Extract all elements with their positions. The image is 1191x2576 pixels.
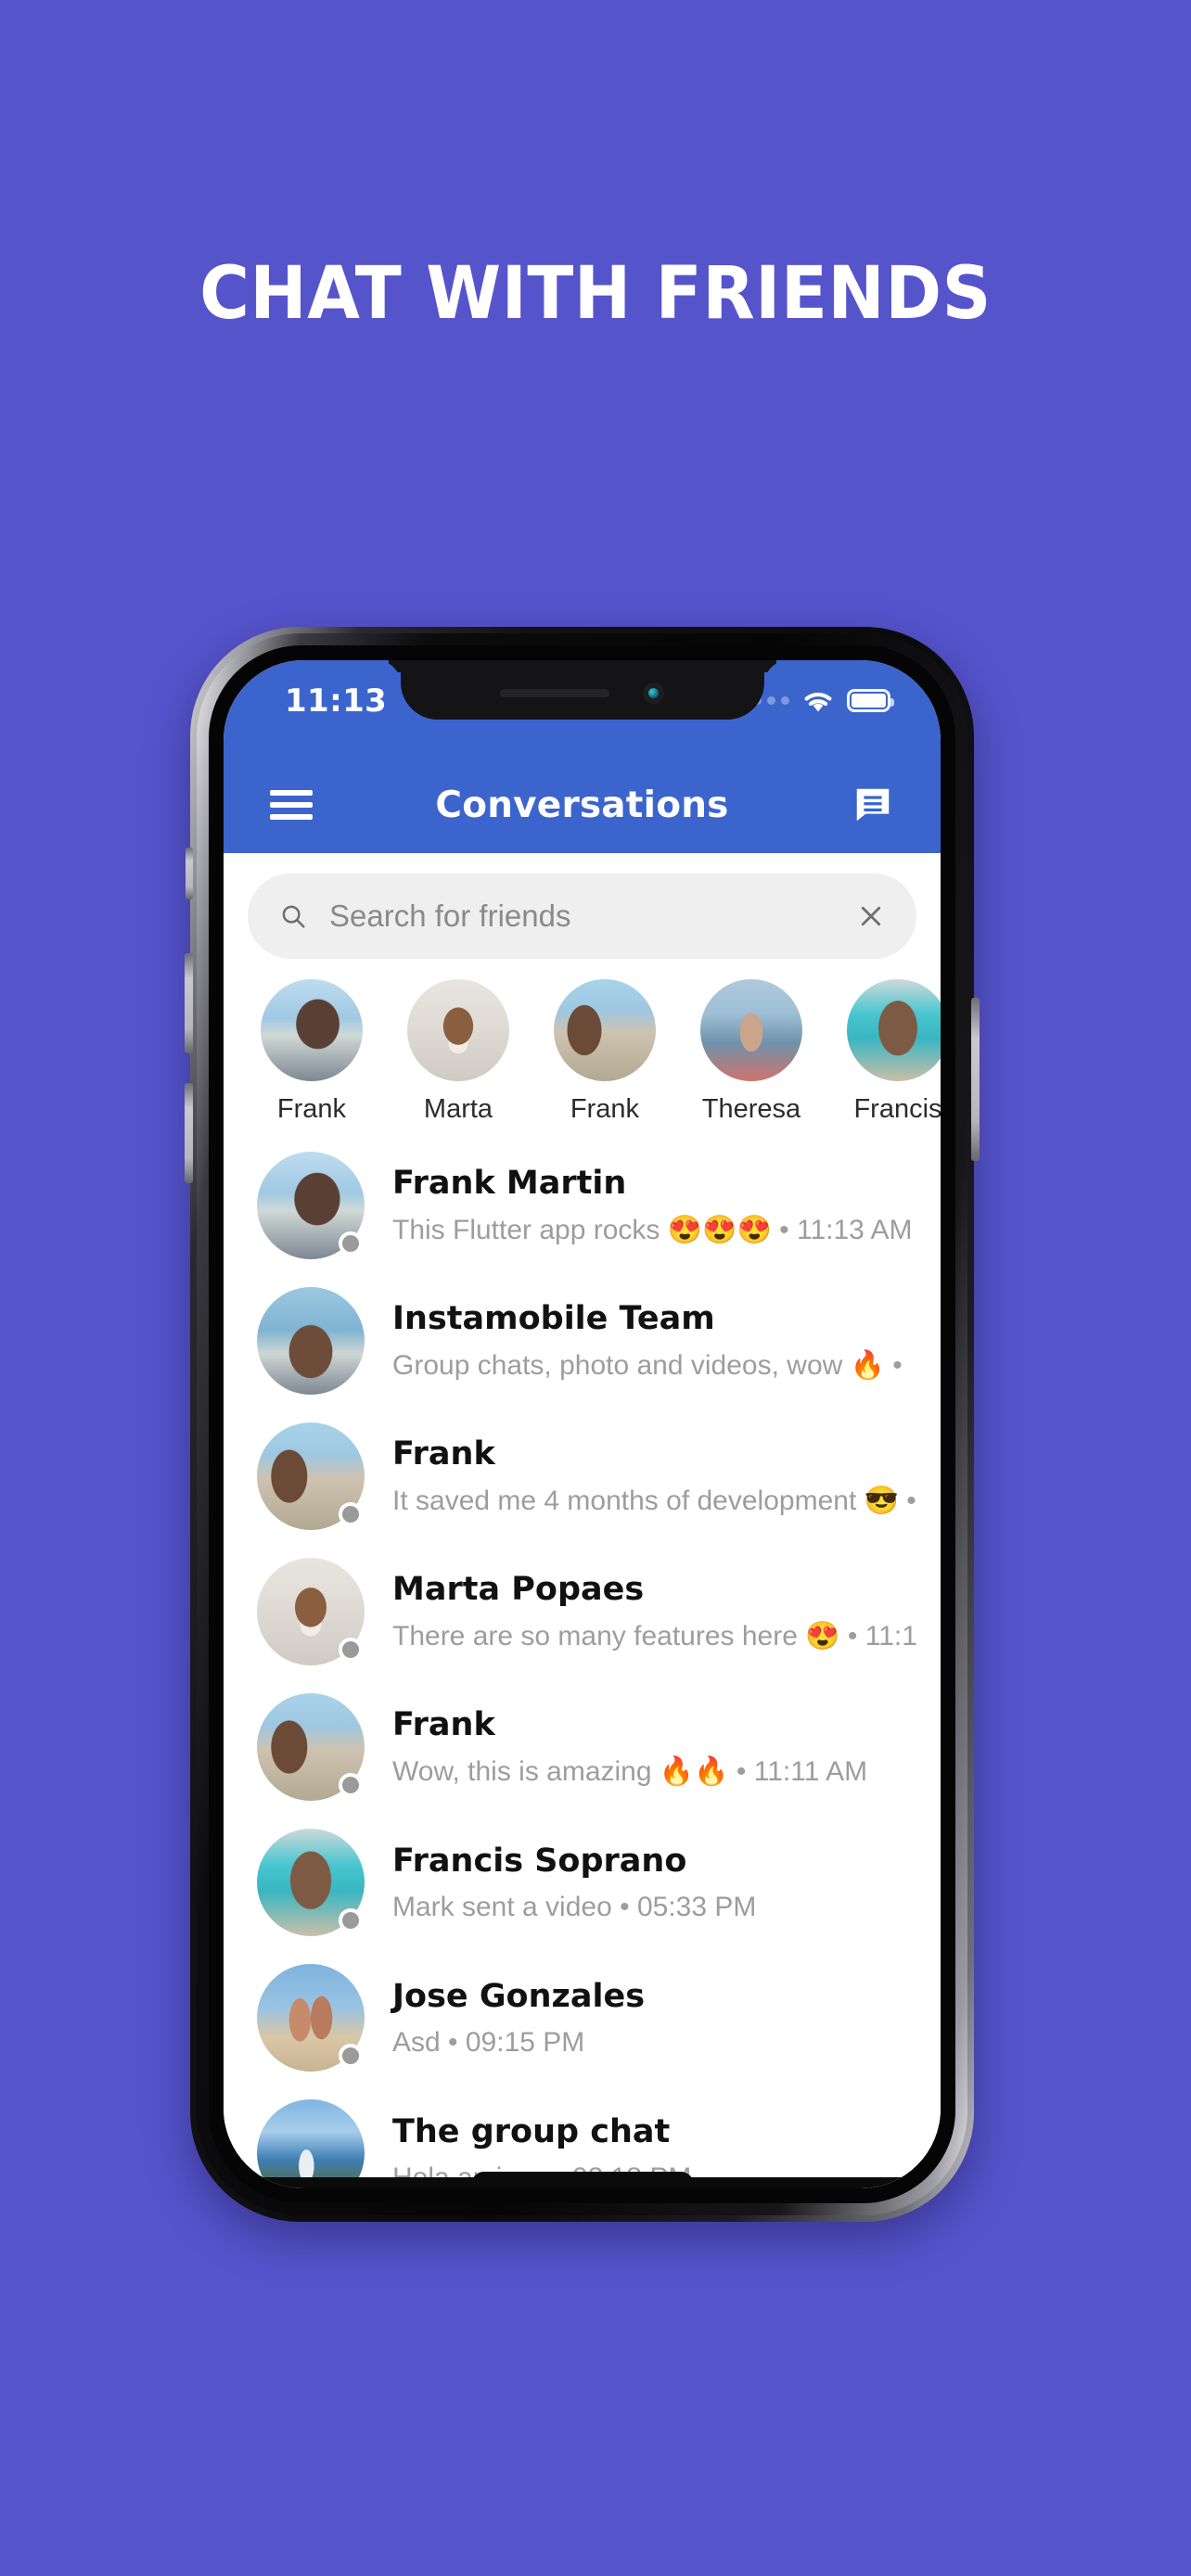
story-name: Theresa (701, 1094, 801, 1124)
avatar[interactable] (847, 979, 941, 1081)
conversation-name: Frank (392, 1706, 495, 1743)
avatar-photo (700, 979, 802, 1081)
stories-row[interactable]: Frank Marta Frank Theresa Francis (224, 959, 941, 1132)
presence-badge (339, 1773, 363, 1797)
conversation-preview: It saved me 4 months of development 😎 • (392, 1486, 916, 1516)
conversation-name: Instamobile Team (392, 1300, 715, 1337)
close-icon[interactable] (857, 902, 885, 930)
avatar[interactable] (257, 1287, 365, 1395)
story-name: Francis (853, 1094, 941, 1124)
avatar-photo (257, 1287, 365, 1395)
avatar[interactable] (257, 1693, 365, 1801)
story-item[interactable]: Frank (531, 979, 678, 1125)
avatar[interactable] (257, 2099, 365, 2188)
presence-badge (339, 1502, 363, 1526)
conversation-preview: Wow, this is amazing 🔥🔥 • 11:11 AM (392, 1756, 868, 1787)
app-content: Frank Marta Frank Theresa Francis Frank Mart… (224, 853, 941, 2188)
volume-up-button[interactable] (185, 953, 193, 1053)
phone-screen: 11:13 Conversations Search for friends F… (224, 660, 941, 2188)
story-item[interactable]: Marta (385, 979, 531, 1125)
avatar[interactable] (257, 1152, 365, 1259)
story-name: Frank (276, 1094, 347, 1124)
avatar[interactable] (261, 979, 363, 1081)
conversation-name: Francis Soprano (392, 1842, 687, 1880)
story-item[interactable]: Frank (238, 979, 385, 1125)
story-name: Marta (423, 1094, 493, 1124)
avatar-photo (847, 979, 941, 1081)
search-bar[interactable] (248, 874, 916, 959)
conversation-preview: Asd • 09:15 PM (392, 2026, 585, 2058)
avatar[interactable] (257, 1558, 365, 1665)
conversation-row[interactable]: Instamobile Team Group chats, photo and v… (224, 1273, 941, 1409)
conversation-row[interactable]: Marta Popaes There are so many features h… (224, 1544, 941, 1679)
home-indicator (470, 2172, 694, 2188)
wifi-icon (804, 692, 832, 712)
avatar-photo (554, 979, 656, 1081)
conversation-name: Frank Martin (392, 1165, 627, 1202)
conversation-text: Marta Popaes There are so many features h… (392, 1571, 916, 1652)
mute-switch-button[interactable] (186, 848, 193, 899)
conversation-row[interactable]: Frank Martin This Flutter app rocks 😍😍😍 •… (224, 1138, 941, 1273)
avatar[interactable] (257, 1422, 365, 1530)
conversation-preview: This Flutter app rocks 😍😍😍 • 11:13 AM (392, 1215, 913, 1245)
conversation-preview: Mark sent a video • 05:33 PM (392, 1891, 757, 1922)
conversation-name: The group chat (392, 2112, 671, 2150)
story-item[interactable]: Francis (825, 979, 941, 1125)
promo-headline: CHAT WITH FRIENDS (199, 252, 992, 336)
page-title: Conversations (435, 784, 729, 826)
avatar[interactable] (554, 979, 656, 1081)
conversation-text: Frank It saved me 4 months of development… (392, 1435, 916, 1517)
avatar[interactable] (700, 979, 802, 1081)
conversation-preview: Group chats, photo and videos, wow 🔥 • (392, 1350, 903, 1381)
earpiece-speaker (500, 688, 609, 697)
avatar-photo (257, 2099, 365, 2188)
presence-badge (339, 2044, 363, 2068)
avatar-photo (261, 979, 363, 1081)
front-camera (643, 682, 664, 704)
conversation-row[interactable]: Francis Soprano Mark sent a video • 05:33… (224, 1815, 941, 1950)
app-bar: Conversations (224, 757, 941, 853)
conversation-text: Jose Gonzales Asd • 09:15 PM (392, 1978, 916, 2059)
conversation-text: Francis Soprano Mark sent a video • 05:33… (392, 1843, 916, 1923)
battery-full-icon (847, 689, 894, 712)
presence-badge (339, 1231, 363, 1256)
conversation-row[interactable]: Frank It saved me 4 months of development… (224, 1409, 941, 1544)
search-input[interactable] (329, 899, 857, 934)
conversation-text: Instamobile Team Group chats, photo and v… (392, 1300, 916, 1382)
conversation-row[interactable]: Jose Gonzales Asd • 09:15 PM (224, 1950, 941, 2085)
conversation-list[interactable]: Frank Martin This Flutter app rocks 😍😍😍 •… (224, 1132, 941, 2188)
story-item[interactable]: Theresa (678, 979, 825, 1125)
hamburger-menu-icon[interactable] (270, 790, 313, 820)
avatar[interactable] (257, 1829, 365, 1936)
avatar[interactable] (407, 979, 509, 1081)
conversation-text: Frank Wow, this is amazing 🔥🔥 • 11:11 AM (392, 1706, 916, 1788)
volume-down-button[interactable] (185, 1083, 193, 1183)
phone-mockup: 11:13 Conversations Search for friends F… (185, 627, 980, 2222)
conversation-text: Frank Martin This Flutter app rocks 😍😍😍 •… (392, 1165, 916, 1246)
conversation-name: Jose Gonzales (392, 1977, 646, 2015)
conversation-row[interactable]: Frank Wow, this is amazing 🔥🔥 • 11:11 AM (224, 1679, 941, 1815)
conversation-name: Marta Popaes (392, 1571, 645, 1608)
avatar-photo (407, 979, 509, 1081)
story-name: Frank (570, 1094, 640, 1124)
presence-badge (339, 1638, 363, 1662)
device-notch (400, 660, 764, 720)
status-time: 11:13 (285, 682, 388, 720)
power-button[interactable] (971, 998, 980, 1161)
conversation-preview: There are so many features here 😍 • 11:1… (392, 1621, 916, 1651)
search-icon (282, 905, 305, 928)
new-message-icon[interactable] (852, 784, 894, 826)
presence-badge (339, 1908, 363, 1932)
conversation-name: Frank (392, 1435, 495, 1473)
avatar[interactable] (257, 1964, 365, 2072)
